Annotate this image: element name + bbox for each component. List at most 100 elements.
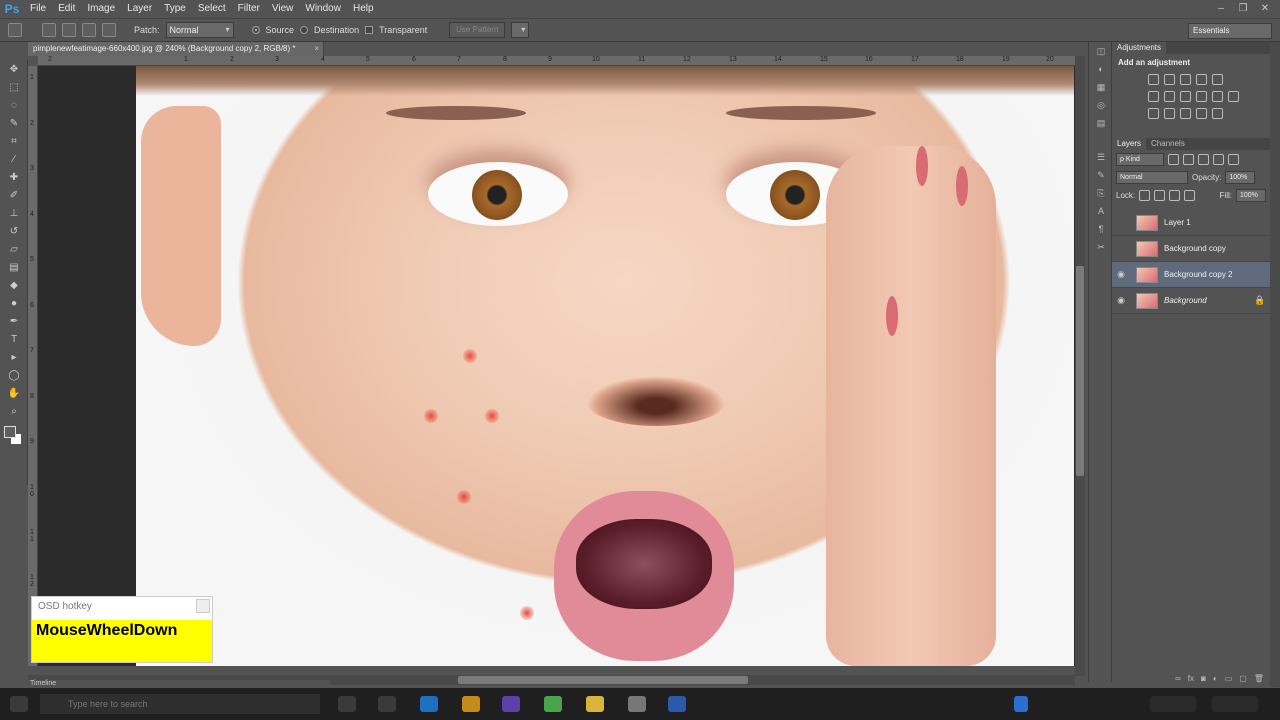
menu-filter[interactable]: Filter	[232, 0, 266, 18]
color-balance-icon[interactable]	[1164, 91, 1175, 102]
blend-mode-select[interactable]: Normal	[1116, 170, 1188, 184]
lock-all-icon[interactable]	[1184, 189, 1196, 201]
add-selection-icon[interactable]	[62, 23, 76, 37]
task-view-icon[interactable]	[338, 696, 356, 712]
new-group-icon[interactable]: ▭	[1225, 674, 1233, 686]
restore-icon[interactable]: ❐	[1234, 2, 1252, 16]
info-icon[interactable]: ▤	[1093, 118, 1109, 132]
filter-type-icon[interactable]	[1198, 153, 1209, 165]
black-white-icon[interactable]	[1180, 91, 1191, 102]
source-radio[interactable]	[251, 26, 260, 34]
new-layer-icon[interactable]: ▢	[1239, 674, 1247, 686]
menu-select[interactable]: Select	[192, 0, 232, 18]
lock-transparent-icon[interactable]	[1139, 189, 1151, 201]
color-swatches[interactable]	[4, 426, 24, 448]
face-photo[interactable]	[136, 66, 1074, 666]
zoom-tool-icon[interactable]: ⌕	[4, 404, 24, 420]
layer-row[interactable]: Layer 1	[1112, 210, 1270, 236]
clone-source-icon[interactable]: ⎘	[1093, 188, 1109, 202]
taskbar-app-icon[interactable]	[502, 696, 520, 712]
close-document-icon[interactable]: ×	[314, 42, 319, 56]
filter-adjustment-icon[interactable]	[1183, 153, 1194, 165]
brush-presets-icon[interactable]: ✎	[1093, 170, 1109, 184]
channel-mixer-icon[interactable]	[1212, 91, 1223, 102]
horizontal-scroll-thumb[interactable]	[458, 676, 748, 684]
close-icon[interactable]: ✕	[1256, 2, 1274, 16]
osd-close-icon[interactable]	[196, 599, 210, 613]
layer-row[interactable]: Background copy	[1112, 236, 1270, 262]
menu-edit[interactable]: Edit	[52, 0, 81, 18]
hand-tool-icon[interactable]: ✋	[4, 386, 24, 402]
tool-presets-icon[interactable]: ✂	[1093, 242, 1109, 256]
transparent-checkbox[interactable]	[365, 26, 374, 34]
layer-row[interactable]: ◉ Background 🔒	[1112, 288, 1270, 314]
destination-radio[interactable]	[300, 26, 309, 34]
menu-view[interactable]: View	[266, 0, 300, 18]
gradient-map-icon[interactable]	[1196, 108, 1207, 119]
panel-scrollbar[interactable]	[1270, 42, 1280, 687]
new-selection-icon[interactable]	[42, 23, 56, 37]
paragraph-icon[interactable]: ¶	[1093, 224, 1109, 238]
threshold-icon[interactable]	[1180, 108, 1191, 119]
eraser-tool-icon[interactable]: ▱	[4, 242, 24, 258]
intersect-selection-icon[interactable]	[102, 23, 116, 37]
menu-file[interactable]: File	[24, 0, 52, 18]
workspace-select[interactable]: Essentials	[1188, 23, 1272, 39]
tab-adjustments[interactable]: Adjustments	[1112, 42, 1167, 54]
tray-icon[interactable]	[1014, 696, 1028, 712]
pen-tool-icon[interactable]: ✒	[4, 314, 24, 330]
layer-kind-filter[interactable]: ρ Kind	[1116, 152, 1164, 166]
use-pattern-button[interactable]: Use Pattern	[449, 22, 506, 38]
levels-icon[interactable]	[1164, 74, 1175, 85]
file-explorer-icon[interactable]	[586, 696, 604, 712]
dodge-tool-icon[interactable]: ●	[4, 296, 24, 312]
opacity-input[interactable]: 100%	[1225, 170, 1256, 184]
taskbar-app-icon[interactable]	[420, 696, 438, 712]
quick-select-tool-icon[interactable]: ✎	[4, 116, 24, 132]
vibrance-icon[interactable]	[1212, 74, 1223, 85]
minimize-icon[interactable]: –	[1212, 2, 1230, 16]
new-adjustment-icon[interactable]: ◐	[1213, 674, 1218, 686]
navigator-icon[interactable]: ◎	[1093, 100, 1109, 114]
shape-tool-icon[interactable]: ◯	[4, 368, 24, 384]
hue-saturation-icon[interactable]	[1148, 91, 1159, 102]
path-select-tool-icon[interactable]: ▸	[4, 350, 24, 366]
photoshop-taskbar-icon[interactable]	[668, 696, 686, 712]
posterize-icon[interactable]	[1164, 108, 1175, 119]
gradient-tool-icon[interactable]: ▤	[4, 260, 24, 276]
marquee-tool-icon[interactable]: ⬚	[4, 80, 24, 96]
filter-smart-object-icon[interactable]	[1228, 153, 1239, 165]
exposure-icon[interactable]	[1196, 74, 1207, 85]
properties-icon[interactable]: ☰	[1093, 152, 1109, 166]
color-lookup-icon[interactable]	[1228, 91, 1239, 102]
brightness-icon[interactable]	[1148, 74, 1159, 85]
lasso-tool-icon[interactable]: ◌	[4, 98, 24, 114]
taskbar-app-icon[interactable]	[462, 696, 480, 712]
brush-tool-icon[interactable]: ✐	[4, 188, 24, 204]
taskbar-app-icon[interactable]	[628, 696, 646, 712]
swatches-icon[interactable]: ▦	[1093, 82, 1109, 96]
subtract-selection-icon[interactable]	[82, 23, 96, 37]
foreground-color-swatch[interactable]	[4, 426, 16, 438]
lock-position-icon[interactable]	[1169, 189, 1181, 201]
eyedropper-tool-icon[interactable]: ⁄	[4, 152, 24, 168]
delete-layer-icon[interactable]: 🗑	[1254, 674, 1264, 686]
clone-stamp-tool-icon[interactable]: ⊥	[4, 206, 24, 222]
vertical-scrollbar[interactable]	[1075, 56, 1085, 676]
taskbar-search[interactable]: Type here to search	[40, 694, 320, 714]
notifications-icon[interactable]	[1212, 696, 1258, 712]
filter-pixel-icon[interactable]	[1168, 153, 1179, 165]
move-tool-icon[interactable]: ✥	[4, 62, 24, 78]
taskbar-app-icon[interactable]	[378, 696, 396, 712]
eye-icon[interactable]: ◉	[1112, 295, 1130, 306]
chrome-icon[interactable]	[544, 696, 562, 712]
link-layers-icon[interactable]: ∞	[1175, 674, 1181, 686]
menu-window[interactable]: Window	[299, 0, 347, 18]
start-icon[interactable]	[10, 696, 28, 712]
fill-input[interactable]: 100%	[1236, 188, 1266, 202]
document-tab[interactable]: pimplenewfeatimage-660x400.jpg @ 240% (B…	[28, 42, 324, 56]
menu-layer[interactable]: Layer	[121, 0, 158, 18]
layer-row-selected[interactable]: ◉ Background copy 2	[1112, 262, 1270, 288]
patch-mode-select[interactable]: Normal	[165, 22, 234, 38]
selective-color-icon[interactable]	[1212, 108, 1223, 119]
